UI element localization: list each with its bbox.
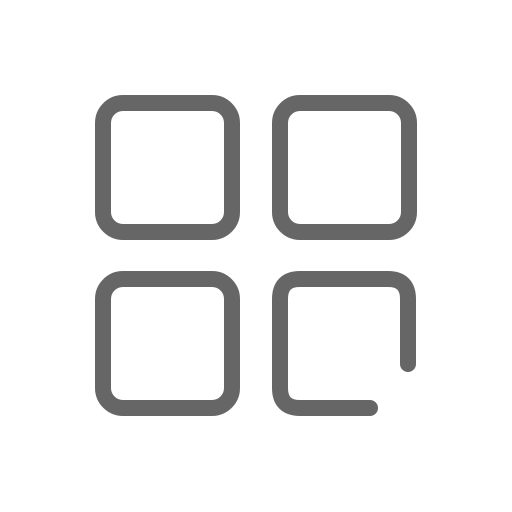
background <box>0 0 512 512</box>
app-grid-icon <box>0 0 512 512</box>
icon-canvas <box>0 0 512 512</box>
